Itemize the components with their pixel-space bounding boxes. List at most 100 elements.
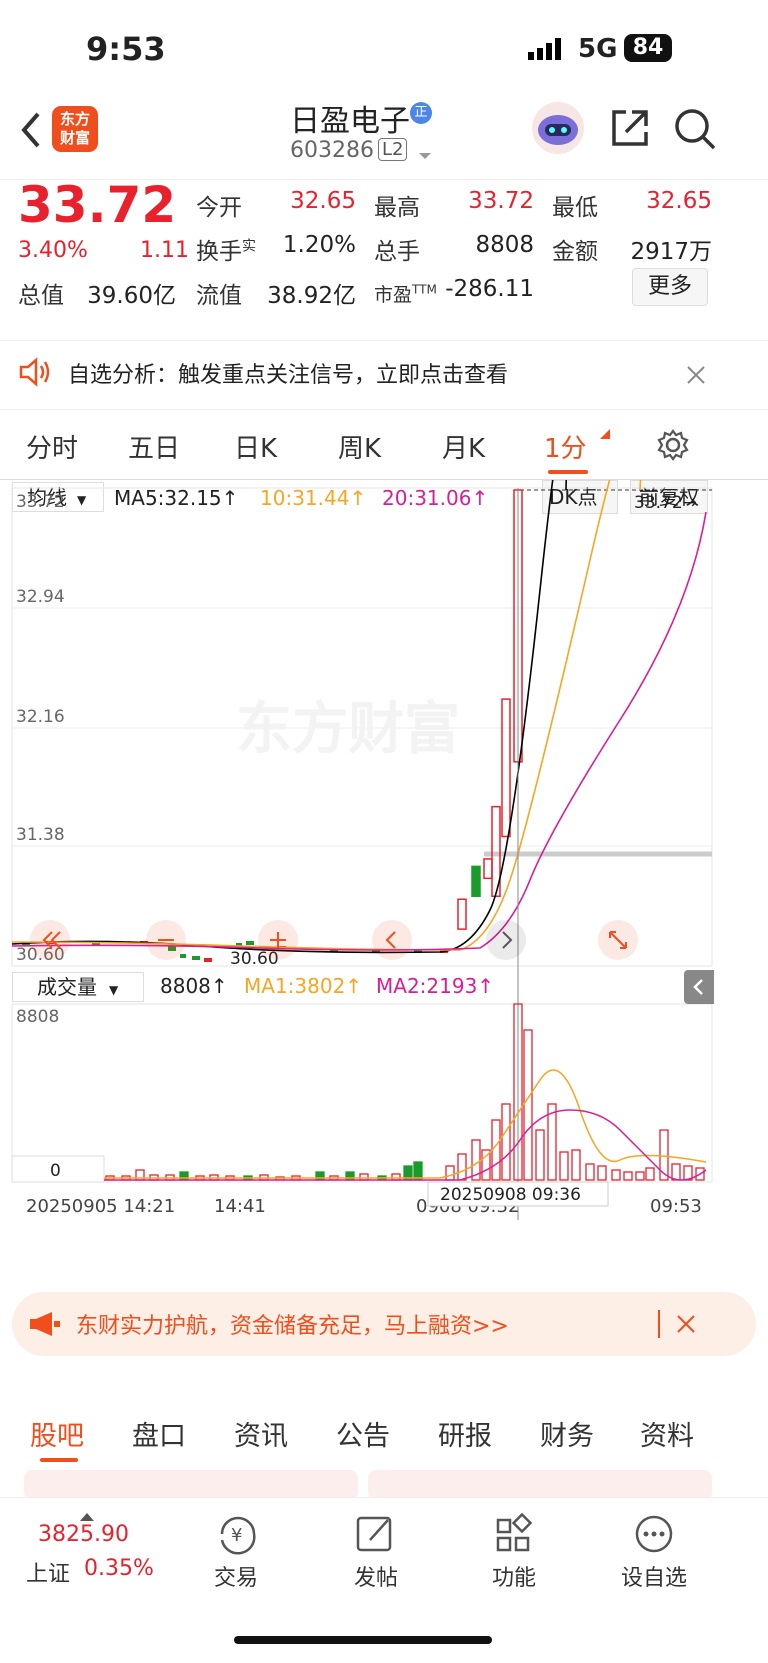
- y-tick-label: 32.94: [16, 587, 65, 607]
- compose-icon[interactable]: [346, 1512, 406, 1556]
- chevron-left-icon[interactable]: [372, 920, 412, 960]
- close-icon[interactable]: [686, 365, 706, 385]
- battery-icon: 84: [624, 34, 672, 62]
- mcap-value: 39.60亿: [87, 283, 176, 309]
- tab-announcements[interactable]: 公告: [336, 1414, 390, 1453]
- rising-candles: [457, 489, 523, 930]
- search-icon[interactable]: [672, 106, 718, 152]
- zoom-out-icon[interactable]: [146, 920, 186, 960]
- divider: [658, 1310, 660, 1338]
- tab-active-indicator: [40, 1458, 78, 1462]
- amount-label: 金额: [552, 239, 598, 265]
- volume-bar: [359, 1173, 369, 1181]
- nav-bar: 东方 财富 日盈电子 正 603286 L2: [0, 100, 768, 180]
- y-tick-label: 32.16: [16, 707, 65, 727]
- robot-assistant-icon[interactable]: [528, 100, 588, 156]
- volume-frame: [11, 1003, 713, 1183]
- candle: [501, 698, 511, 838]
- volume-value: 8808: [475, 232, 534, 258]
- tab-news[interactable]: 资讯: [234, 1414, 288, 1453]
- share-icon[interactable]: [608, 106, 652, 150]
- more-circle-icon[interactable]: [624, 1512, 684, 1556]
- chevron-down-icon[interactable]: [418, 146, 432, 159]
- megaphone-icon: [28, 1310, 62, 1338]
- chevron-right-icon[interactable]: [486, 920, 526, 960]
- tab-daily-k[interactable]: 日K: [234, 428, 277, 465]
- volume-bar: [559, 1151, 569, 1181]
- tab-finance[interactable]: 财务: [540, 1414, 594, 1453]
- volume-bar: [671, 1163, 681, 1181]
- content-preview: [24, 1470, 358, 1500]
- tab-pankou[interactable]: 盘口: [132, 1414, 186, 1453]
- trade-icon[interactable]: ¥: [208, 1512, 268, 1556]
- turnover-sup: 实: [242, 238, 256, 255]
- notice-bar[interactable]: 自选分析：触发重点关注信号，立即点击查看: [0, 340, 768, 410]
- tab-weekly-k[interactable]: 周K: [338, 428, 381, 465]
- status-bar: 9:53 5G 84: [0, 0, 768, 100]
- functions-icon[interactable]: [486, 1512, 546, 1556]
- settings-icon[interactable]: [656, 428, 690, 462]
- pe-label: 市盈TTM: [374, 282, 437, 306]
- fullscreen-icon[interactable]: [598, 920, 638, 960]
- candle: [471, 865, 481, 898]
- tab-profile[interactable]: 资料: [640, 1414, 694, 1453]
- signal-icon: [528, 38, 568, 60]
- tab-dropdown-icon[interactable]: [600, 424, 610, 439]
- tab-1min[interactable]: 1分: [544, 428, 587, 465]
- stock-type-badge: 正: [410, 102, 432, 124]
- trade-label[interactable]: 交易: [186, 1560, 286, 1592]
- x-label: 14:41: [214, 1196, 266, 1217]
- volume-bar: [535, 1129, 545, 1181]
- promo-text: 东财实力护航，资金储备充足，马上融资>>: [76, 1314, 509, 1339]
- last-price: 33.72: [18, 176, 177, 234]
- volume-bar: [547, 1103, 557, 1181]
- tab-intraday[interactable]: 分时: [26, 428, 78, 465]
- promo-banner[interactable]: 东财实力护航，资金储备充足，马上融资>>: [12, 1292, 756, 1356]
- volume-bar: [315, 1171, 325, 1181]
- index-name[interactable]: 上证: [26, 1556, 70, 1588]
- tab-five-day[interactable]: 五日: [128, 428, 180, 465]
- more-button[interactable]: 更多: [632, 268, 708, 306]
- zoom-in-icon[interactable]: [258, 920, 298, 960]
- open-label: 今开: [196, 195, 242, 221]
- functions-label[interactable]: 功能: [464, 1560, 564, 1592]
- app-logo[interactable]: 东方 财富: [52, 106, 98, 152]
- candle: [204, 958, 212, 962]
- turnover-value: 1.20%: [282, 232, 356, 258]
- collapse-panel-icon[interactable]: [684, 970, 714, 1004]
- candle: [246, 941, 254, 945]
- watchlist-label[interactable]: 设自选: [604, 1560, 704, 1592]
- kline-chart[interactable]: 均线 ▼ MA5:32.15↑ 10:31.44↑ 20:31.06↑ DK点 前…: [0, 480, 768, 1280]
- tab-guba[interactable]: 股吧: [30, 1414, 84, 1453]
- logo-line-1: 东方: [59, 110, 90, 128]
- svg-text:¥: ¥: [231, 1525, 242, 1546]
- home-indicator: [234, 1636, 492, 1644]
- chevron-left-double-icon[interactable]: [30, 920, 70, 960]
- candle: [457, 898, 467, 930]
- watermark: 东方财富: [236, 697, 460, 762]
- volume-select[interactable]: 成交量 ▼: [12, 972, 144, 1002]
- tab-monthly-k[interactable]: 月K: [442, 428, 485, 465]
- compose-label[interactable]: 发帖: [326, 1560, 426, 1592]
- index-percent[interactable]: 0.35%: [84, 1556, 154, 1581]
- volume-current: 8808↑: [160, 974, 228, 998]
- notice-text: 自选分析：触发重点关注信号，立即点击查看: [68, 363, 509, 388]
- turnover-label: 换手实: [196, 238, 256, 265]
- candle: [483, 858, 493, 880]
- volume-bar: [597, 1165, 607, 1181]
- index-value[interactable]: 3825.90: [38, 1522, 129, 1547]
- volume-bar: [659, 1129, 669, 1181]
- volume-bar: [571, 1149, 581, 1181]
- back-icon[interactable]: [16, 110, 46, 150]
- content-preview: [368, 1470, 712, 1500]
- tab-research[interactable]: 研报: [438, 1414, 492, 1453]
- close-icon[interactable]: [676, 1314, 696, 1334]
- low-label: 最低: [552, 195, 598, 221]
- float-label: 流值: [196, 283, 242, 309]
- stock-code: 603286: [290, 138, 374, 163]
- period-tabs: 分时 五日 日K 周K 月K 1分: [0, 410, 768, 480]
- status-time: 9:53: [86, 30, 166, 68]
- change-percent: 3.40%: [18, 238, 88, 263]
- volume-bar: [523, 1029, 533, 1181]
- x-label: 09:53: [650, 1196, 702, 1217]
